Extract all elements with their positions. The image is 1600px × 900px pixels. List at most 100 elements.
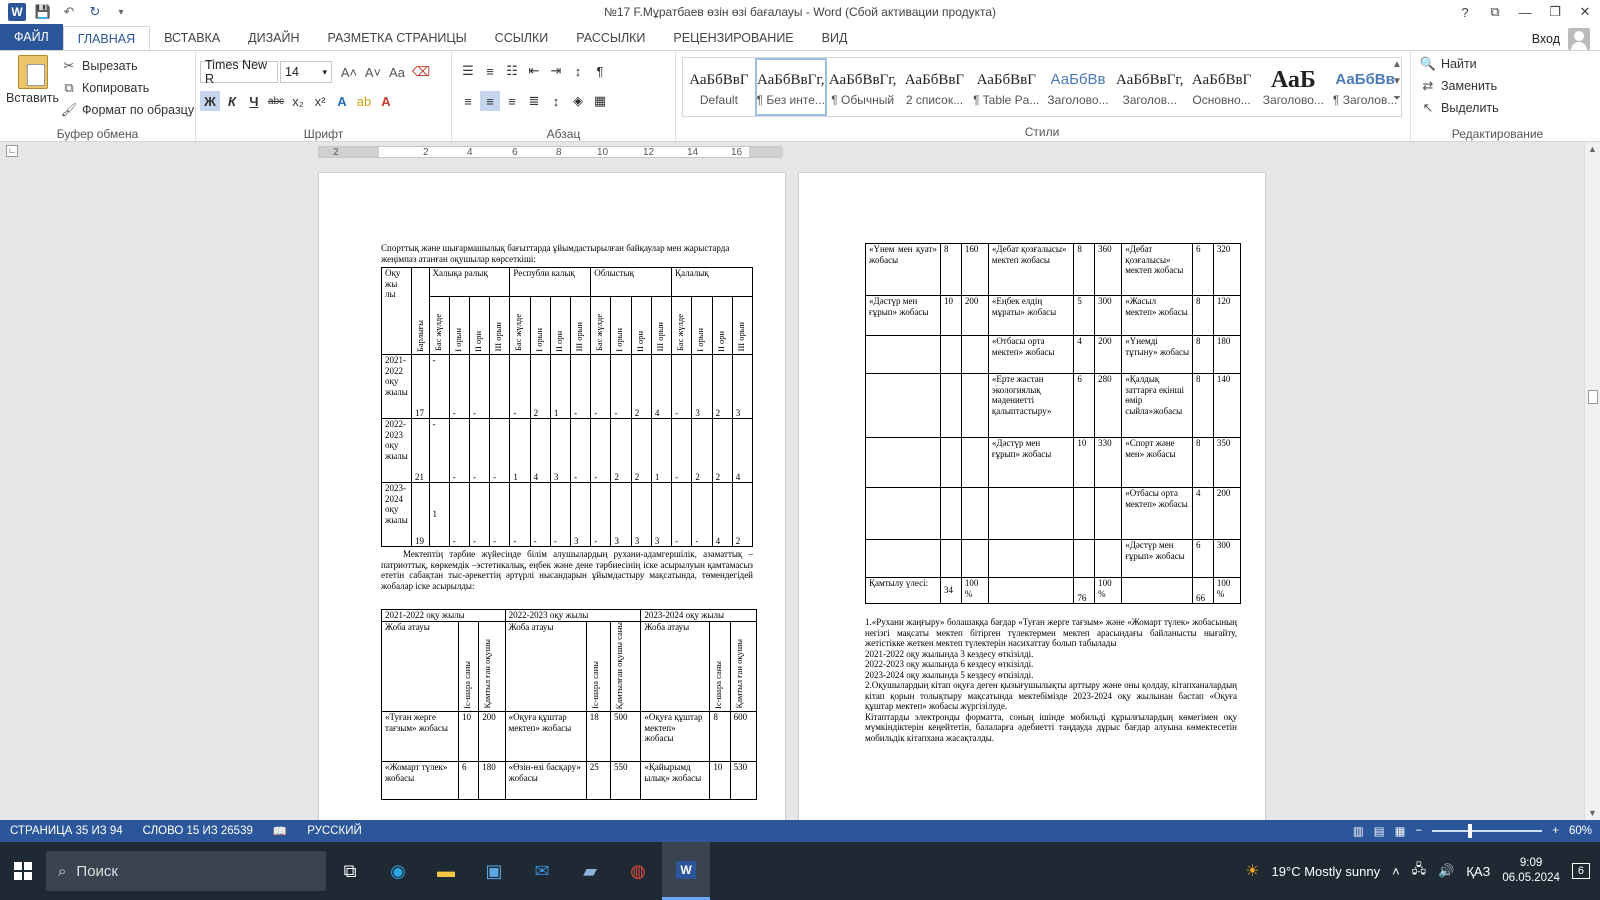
- pilcrow-icon[interactable]: ¶: [590, 61, 610, 81]
- align-right-icon[interactable]: ≡: [502, 91, 522, 111]
- clear-format-icon[interactable]: ⌫: [412, 63, 430, 81]
- clock[interactable]: 9:09 06.05.2024: [1502, 856, 1560, 886]
- maximize-button[interactable]: ❐: [1540, 0, 1570, 24]
- network-icon[interactable]: 🖧: [1412, 860, 1427, 882]
- italic-button[interactable]: К: [222, 91, 242, 111]
- word-count[interactable]: СЛОВО 15 ИЗ 26539: [133, 825, 263, 837]
- save-icon[interactable]: 💾: [34, 3, 52, 21]
- tab-file[interactable]: ФАЙЛ: [0, 24, 63, 50]
- style-item[interactable]: АаБбВвГ Default: [683, 58, 755, 116]
- style-item[interactable]: АаБбВвГг, ¶ Без инте...: [754, 58, 827, 116]
- tab-selector-icon[interactable]: ∟: [6, 145, 18, 157]
- strikethrough-button[interactable]: abc: [266, 91, 286, 111]
- grow-font-icon[interactable]: A˄: [340, 63, 358, 81]
- decrease-indent-icon[interactable]: ⇤: [524, 61, 544, 81]
- style-item[interactable]: АаБбВвГ ¶ Table Pa...: [970, 58, 1042, 116]
- web-layout-icon[interactable]: ▦: [1395, 824, 1406, 838]
- sign-in[interactable]: Вход: [1532, 28, 1590, 50]
- proofing-icon[interactable]: 📖: [263, 824, 297, 838]
- underline-button[interactable]: Ч: [244, 91, 264, 111]
- subscript-button[interactable]: x₂: [288, 91, 308, 111]
- styles-scroll[interactable]: ▲ ▼ ⏷: [1392, 59, 1402, 104]
- store-icon[interactable]: ▣: [470, 842, 518, 900]
- line-spacing-icon[interactable]: ↕: [546, 91, 566, 111]
- redo-icon[interactable]: ↻: [86, 3, 104, 21]
- scroll-down-arrow-icon[interactable]: ▼: [1588, 808, 1597, 818]
- ruler-bar[interactable]: 2 2 4 6 8 10 12 14 16: [318, 146, 783, 158]
- zoom-level[interactable]: 60%: [1569, 825, 1592, 837]
- paste-button[interactable]: Вставить: [6, 55, 59, 105]
- increase-indent-icon[interactable]: ⇥: [546, 61, 566, 81]
- app-icon[interactable]: ▰: [566, 842, 614, 900]
- format-painter-button[interactable]: 🖌 Формат по образцу: [60, 101, 194, 119]
- style-item[interactable]: АаБ Заголово...: [1257, 58, 1329, 116]
- change-case-icon[interactable]: Aa: [388, 63, 406, 81]
- more-styles-icon[interactable]: ⏷: [1393, 93, 1401, 104]
- bold-button[interactable]: Ж: [200, 91, 220, 111]
- language-indicator[interactable]: РУССКИЙ: [297, 825, 372, 837]
- scroll-up-arrow-icon[interactable]: ▲: [1588, 144, 1597, 154]
- numbering-icon[interactable]: ≡: [480, 61, 500, 81]
- page-indicator[interactable]: СТРАНИЦА 35 ИЗ 94: [0, 825, 133, 837]
- taskbar-search[interactable]: ⌕ Поиск: [46, 851, 326, 891]
- style-item[interactable]: АаБбВв Заголово...: [1042, 58, 1114, 116]
- vertical-scrollbar[interactable]: ▲ ▼: [1584, 142, 1600, 820]
- font-color-icon[interactable]: A: [376, 91, 396, 111]
- notification-icon[interactable]: 6: [1571, 863, 1590, 879]
- customize-qat-icon[interactable]: ▾: [112, 3, 130, 21]
- read-mode-icon[interactable]: ▥: [1353, 824, 1364, 838]
- replace-button[interactable]: ⇄ Заменить: [1419, 77, 1498, 95]
- align-left-icon[interactable]: ≡: [458, 91, 478, 111]
- chrome-icon[interactable]: ◍: [614, 842, 662, 900]
- style-item[interactable]: АаБбВвГ 2 список...: [899, 58, 971, 116]
- font-name-box[interactable]: Times New R: [200, 58, 278, 86]
- multilevel-list-icon[interactable]: ☷: [502, 61, 522, 81]
- scroll-down-icon[interactable]: ▼: [1392, 76, 1402, 87]
- ribbon-display-icon[interactable]: ⧉: [1480, 0, 1510, 24]
- tab-review[interactable]: РЕЦЕНЗИРОВАНИЕ: [659, 26, 807, 50]
- tray-chevron-icon[interactable]: ˄: [1392, 864, 1400, 879]
- close-button[interactable]: ✕: [1570, 0, 1600, 24]
- style-item[interactable]: АаБбВв ¶ Заголов...: [1329, 58, 1401, 116]
- tab-view[interactable]: ВИД: [808, 26, 862, 50]
- word-taskbar-icon[interactable]: W: [662, 842, 710, 900]
- zoom-slider[interactable]: [1432, 824, 1543, 838]
- style-item[interactable]: АаБбВвГг, Заголов...: [1114, 58, 1186, 116]
- font-size-box[interactable]: 14 ▾: [280, 61, 332, 83]
- page-right[interactable]: «Үнем мен қуат» жобасы 8 160 «Дебат қозғ…: [798, 172, 1266, 820]
- bullets-icon[interactable]: ☰: [458, 61, 478, 81]
- copy-button[interactable]: ⧉ Копировать: [60, 79, 149, 97]
- shading-icon[interactable]: ◈: [568, 91, 588, 111]
- justify-icon[interactable]: ≣: [524, 91, 544, 111]
- find-button[interactable]: 🔍 Найти: [1419, 55, 1477, 73]
- style-item[interactable]: АаБбВвГ Основно...: [1186, 58, 1258, 116]
- edge-icon[interactable]: ◉: [374, 842, 422, 900]
- tab-references[interactable]: ССЫЛКИ: [481, 26, 563, 50]
- minimize-button[interactable]: —: [1510, 0, 1540, 24]
- zoom-in-icon[interactable]: +: [1552, 825, 1559, 837]
- file-explorer-icon[interactable]: ▬: [422, 842, 470, 900]
- superscript-button[interactable]: x²: [310, 91, 330, 111]
- scroll-thumb[interactable]: [1588, 390, 1598, 404]
- input-language[interactable]: ҚАЗ: [1466, 864, 1490, 879]
- sort-icon[interactable]: ↕: [568, 61, 588, 81]
- borders-icon[interactable]: ▦: [590, 91, 610, 111]
- tab-layout[interactable]: РАЗМЕТКА СТРАНИЦЫ: [314, 26, 481, 50]
- volume-icon[interactable]: 🔊: [1438, 863, 1454, 879]
- scroll-up-icon[interactable]: ▲: [1392, 59, 1402, 70]
- undo-icon[interactable]: ↶: [60, 3, 78, 21]
- tab-home[interactable]: ГЛАВНАЯ: [62, 26, 151, 50]
- page-left[interactable]: Спорттық және шығармашылық бағыттарда ұй…: [318, 172, 786, 820]
- weather-icon[interactable]: ☀: [1245, 861, 1259, 881]
- select-button[interactable]: ↖ Выделить: [1419, 99, 1499, 117]
- shrink-font-icon[interactable]: A˅: [364, 63, 382, 81]
- task-view-icon[interactable]: ⧉: [326, 842, 374, 900]
- cut-button[interactable]: ✂ Вырезать: [60, 57, 138, 75]
- style-item[interactable]: АаБбВвГг, ¶ Обычный: [827, 58, 899, 116]
- tab-mailings[interactable]: РАССЫЛКИ: [562, 26, 659, 50]
- tab-insert[interactable]: ВСТАВКА: [150, 26, 234, 50]
- print-layout-icon[interactable]: ▤: [1374, 824, 1385, 838]
- tab-design[interactable]: ДИЗАЙН: [234, 26, 313, 50]
- start-button[interactable]: [0, 842, 46, 900]
- weather-text[interactable]: 19°C Mostly sunny: [1272, 864, 1381, 879]
